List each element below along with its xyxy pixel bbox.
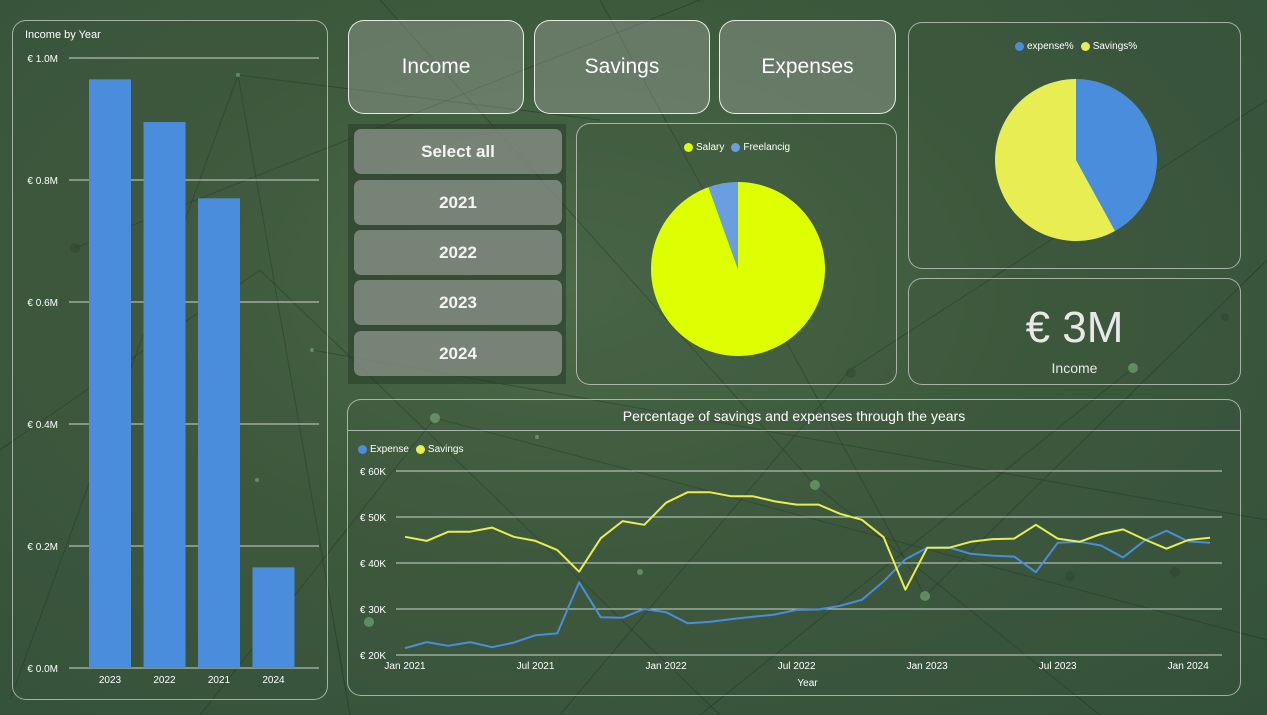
slicer-select-all[interactable]: Select all bbox=[354, 129, 562, 174]
income-kpi-card: € 3M Income bbox=[908, 278, 1241, 385]
line-xtick-label: Jul 2023 bbox=[1039, 661, 1077, 672]
income-nav-button[interactable]: Income bbox=[348, 20, 524, 114]
line-series-savings bbox=[404, 491, 1211, 591]
bar-2024 bbox=[252, 567, 295, 668]
bar-2022 bbox=[143, 122, 186, 669]
bar-ytick-label: € 0.2M bbox=[27, 542, 58, 553]
year-slicer: Select all 2021 2022 2023 2024 bbox=[348, 124, 566, 384]
bar-2021 bbox=[198, 198, 240, 669]
bar-ytick-label: € 0.6M bbox=[27, 298, 58, 309]
slicer-2023[interactable]: 2023 bbox=[354, 280, 562, 325]
line-ytick-label: € 60K bbox=[360, 467, 386, 478]
bar-ytick-label: € 0.4M bbox=[27, 420, 58, 431]
bar-xtick-label: 2024 bbox=[262, 675, 285, 686]
line-ytick-label: € 50K bbox=[360, 513, 386, 524]
savings-nav-button[interactable]: Savings bbox=[534, 20, 710, 114]
bar-xtick-label: 2022 bbox=[153, 675, 176, 686]
slicer-2024[interactable]: 2024 bbox=[354, 331, 562, 376]
bar-xtick-label: 2021 bbox=[208, 675, 231, 686]
bar-ytick-label: € 1.0M bbox=[27, 54, 58, 65]
line-xtick-label: Jan 2022 bbox=[646, 661, 688, 672]
nav-buttons: Income Savings Expenses bbox=[348, 20, 896, 116]
slicer-2021[interactable]: 2021 bbox=[354, 180, 562, 225]
bar-ytick-label: € 0.8M bbox=[27, 176, 58, 187]
bar-2023 bbox=[89, 79, 131, 669]
income-by-year-card: Income by Year € 0.0M € 0.2M € 0.4M € 0.6M €… bbox=[12, 20, 328, 700]
line-xtick-label: Jan 2021 bbox=[384, 661, 426, 672]
income-kpi-label: Income bbox=[1051, 360, 1098, 376]
line-ytick-label: € 40K bbox=[360, 559, 386, 570]
expense-savings-pie bbox=[994, 79, 1157, 241]
expense-savings-card: expense% Savings% bbox=[908, 22, 1241, 269]
line-xaxis-title: Year bbox=[797, 678, 818, 689]
line-xtick-label: Jan 2023 bbox=[907, 661, 949, 672]
line-ytick-label: € 20K bbox=[360, 651, 386, 662]
income-kpi-value: € 3M bbox=[1025, 303, 1124, 352]
bar-xtick-label: 2023 bbox=[99, 675, 122, 686]
income-source-pie bbox=[651, 182, 825, 356]
income-source-card: Salary Freelancig bbox=[576, 123, 897, 385]
line-xtick-label: Jul 2022 bbox=[778, 661, 816, 672]
line-series-expense bbox=[404, 529, 1211, 650]
line-xtick-label: Jul 2021 bbox=[517, 661, 555, 672]
expenses-nav-button[interactable]: Expenses bbox=[719, 20, 896, 114]
line-xtick-label: Jan 2024 bbox=[1168, 661, 1210, 672]
income-by-year-chart: € 0.0M € 0.2M € 0.4M € 0.6M € 0.8M € 1.0M 2023… bbox=[27, 54, 319, 686]
savings-expenses-line-card: Percentage of savings and expenses throu… bbox=[347, 399, 1241, 696]
savings-expenses-line-chart: € 20K € 30K € 40K € 50K € 60K Jan 2021 Jul 202… bbox=[360, 467, 1222, 689]
line-ytick-label: € 30K bbox=[360, 605, 386, 616]
slicer-2022[interactable]: 2022 bbox=[354, 230, 562, 275]
bar-ytick-label: € 0.0M bbox=[27, 664, 58, 675]
